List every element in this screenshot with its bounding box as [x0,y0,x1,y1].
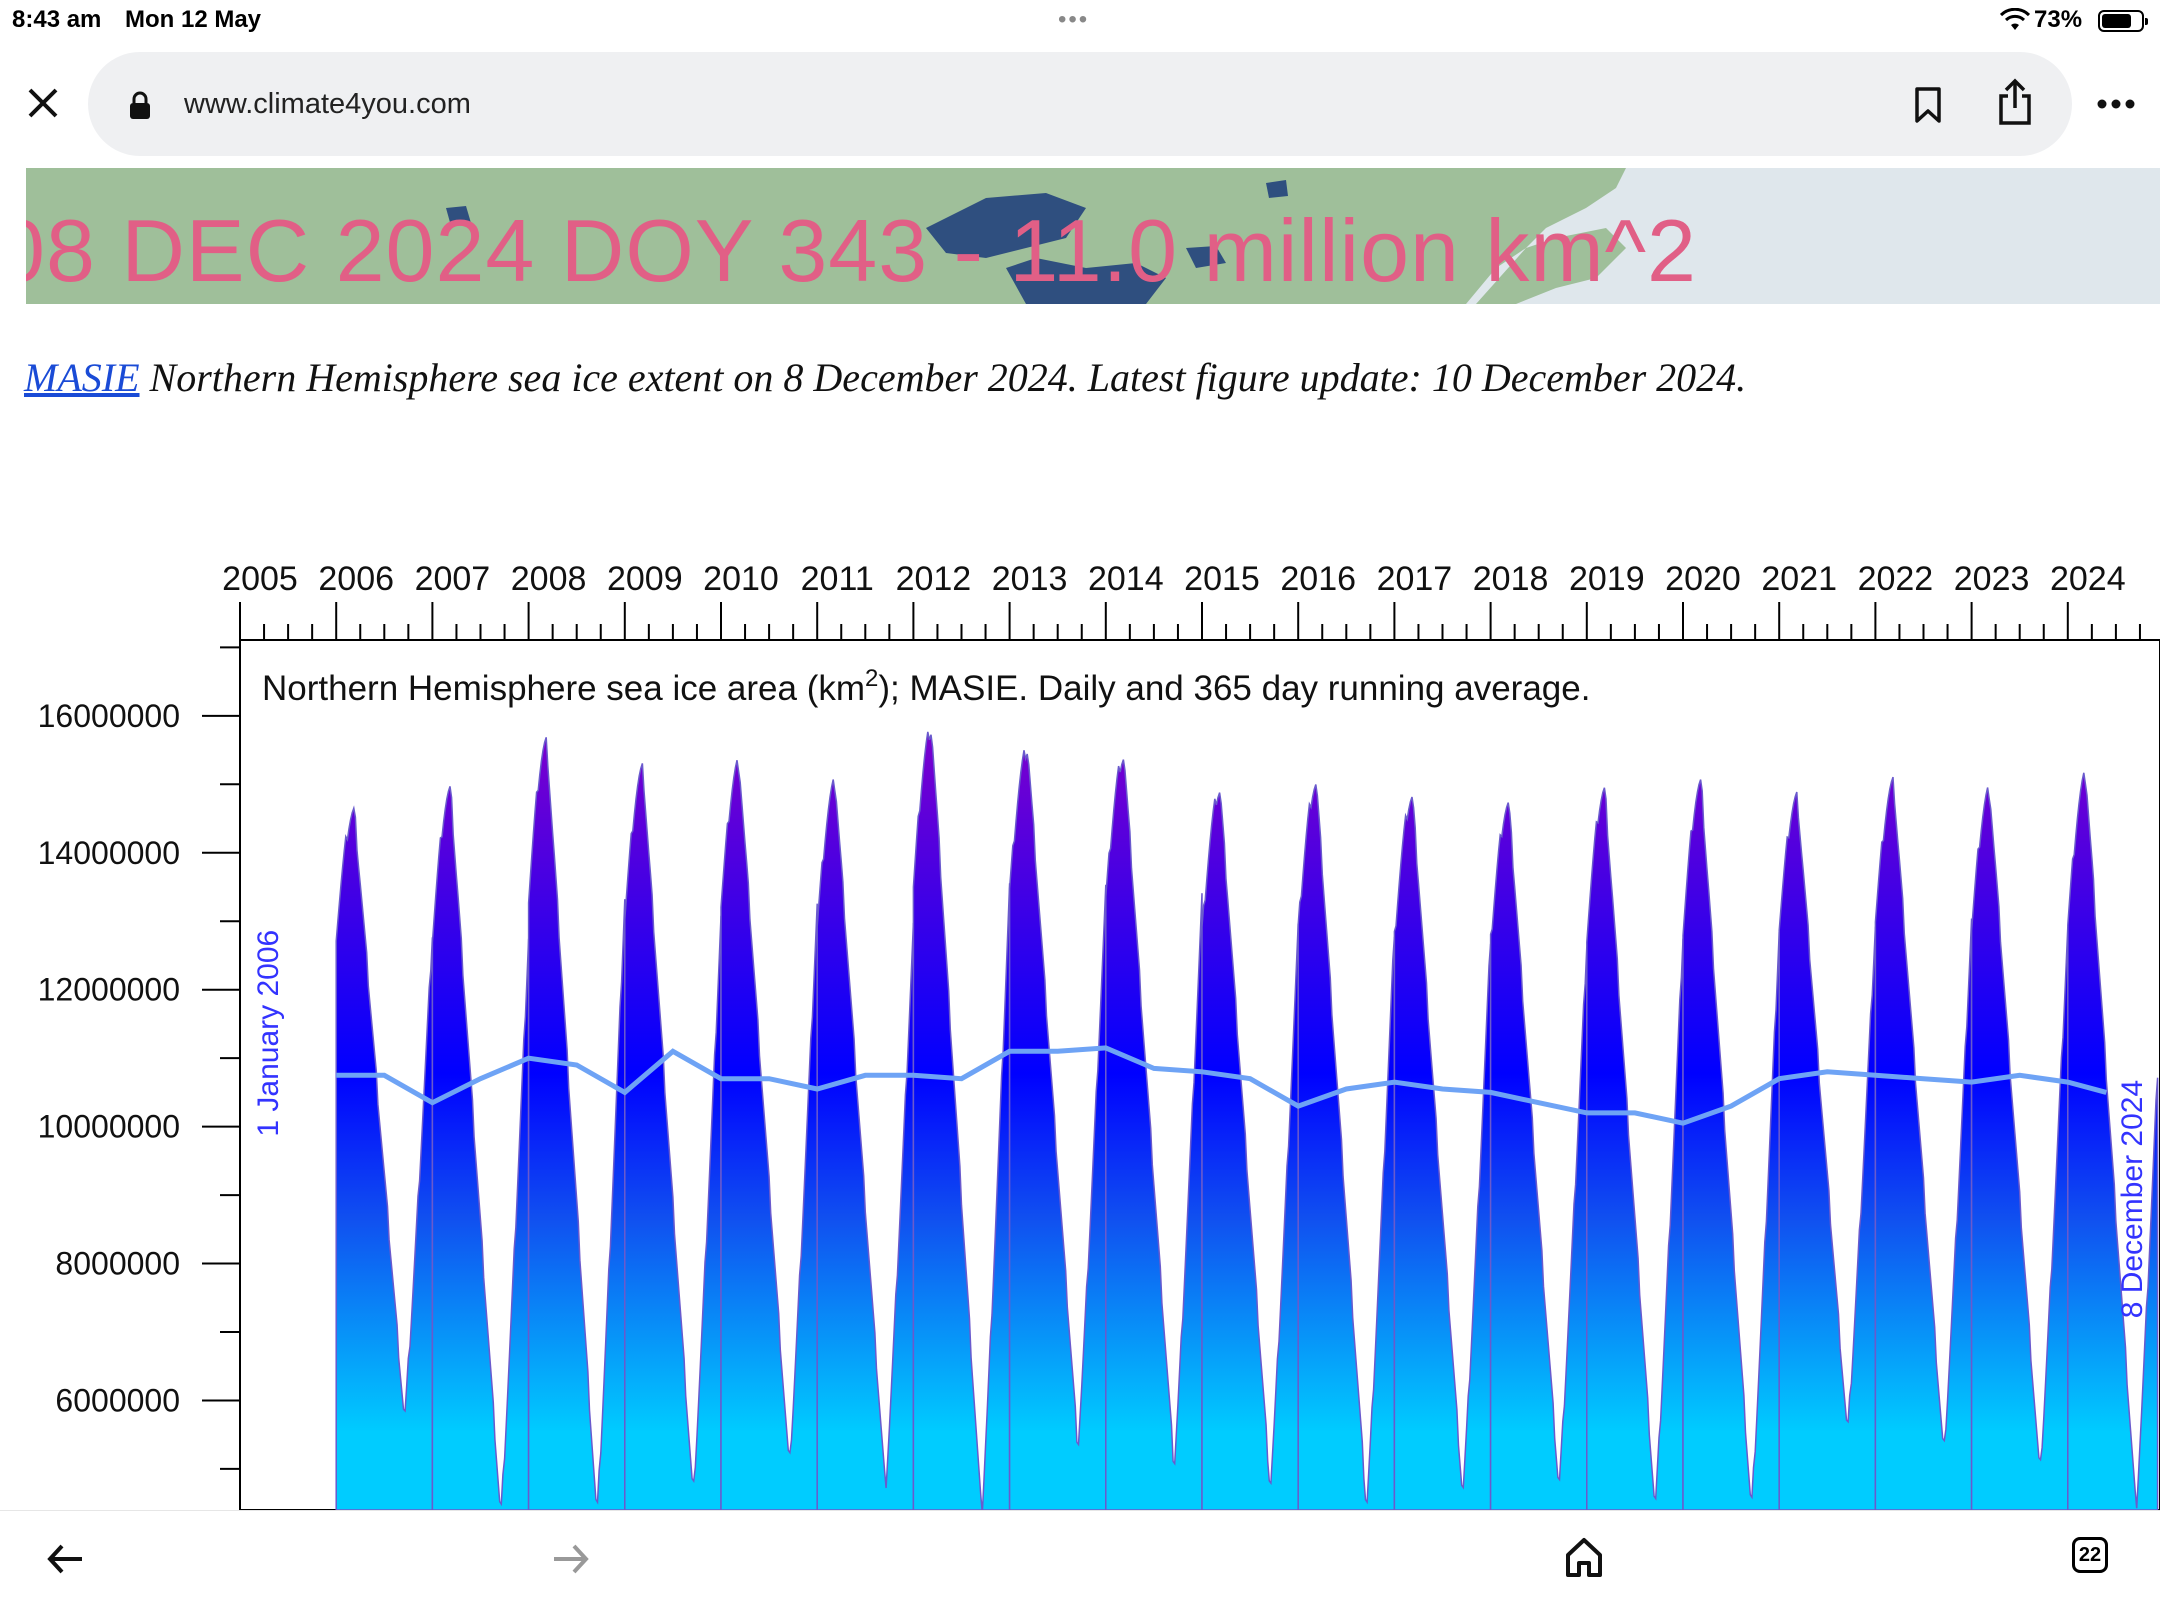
forward-arrow-icon[interactable] [550,1541,590,1577]
wifi-icon [2000,8,2030,30]
x-tick-label: 2022 [1858,560,1934,598]
x-tick-label: 2011 [801,560,874,598]
home-icon[interactable] [1564,1535,1604,1579]
more-options-icon[interactable] [2096,98,2136,110]
caption-text: Northern Hemisphere sea ice extent on 8 … [139,355,1747,400]
url-text[interactable]: www.climate4you.com [184,88,471,121]
x-tick-label: 2008 [511,560,587,598]
y-tick-label: 12000000 [38,972,180,1008]
share-icon[interactable] [1996,78,2034,126]
x-tick-label: 2017 [1377,560,1453,598]
chart-title: Northern Hemisphere sea ice area (km2); … [262,665,1590,708]
battery-percent: 73% [2034,6,2083,33]
battery-icon [2098,10,2148,32]
x-tick-label: 2013 [992,560,1068,598]
x-tick-label: 2020 [1665,560,1741,598]
x-axis: 2005 2006 2007 2008 2009 2010 2011 2012 2013 2014… [222,560,2141,640]
y-tick-label: 16000000 [38,698,180,734]
x-tick-label: 2005 [222,560,298,598]
x-tick-label: 2018 [1473,560,1549,598]
y-tick-label: 6000000 [55,1382,180,1418]
back-arrow-icon[interactable] [46,1541,86,1577]
status-time: 8:43 am [12,6,102,33]
y-tick-label: 8000000 [55,1246,180,1282]
sea-ice-map-banner: 08 DEC 2024 DOY 343 - 11.0 million km^2 [26,168,2160,304]
x-tick-label: 2012 [896,560,972,598]
lock-icon [130,91,150,119]
x-tick-label: 2006 [318,560,394,598]
status-bar: 8:43 am Mon 12 May ••• 73% [0,0,2160,44]
x-tick-label: 2019 [1569,560,1645,598]
x-tick-label: 2016 [1280,560,1356,598]
x-tick-label: 2023 [1954,560,2030,598]
x-tick-label: 2015 [1184,560,1260,598]
x-tick-label: 2024 [2050,560,2126,598]
x-tick-label: 2010 [703,560,779,598]
close-icon[interactable] [22,82,64,124]
x-tick-label: 2014 [1088,560,1164,598]
address-bar[interactable]: www.climate4you.com [88,52,2072,156]
end-date-annotation: 8 December 2024 [2116,1080,2149,1318]
masie-link[interactable]: MASIE [24,355,140,400]
figure-caption: MASIE Northern Hemisphere sea ice extent… [24,354,1746,401]
x-tick-label: 2007 [415,560,491,598]
multitasking-dots-icon[interactable]: ••• [1058,6,1089,34]
status-date: Mon 12 May [125,6,262,33]
bookmark-icon[interactable] [1912,86,1944,124]
browser-toolbar: www.climate4you.com [0,44,2160,164]
tabs-count-button[interactable]: 22 [2072,1537,2108,1573]
x-tick-label: 2021 [1761,560,1837,598]
y-axis: 16000000 14000000 12000000 10000000 8000000 6… [38,646,240,1470]
sea-ice-area-chart: 2005 2006 2007 2008 2009 2010 2011 2012 2013 2014… [38,560,2160,1510]
banner-date-text: 08 DEC 2024 DOY 343 - 11.0 million km^2 [26,201,1697,300]
y-tick-label: 14000000 [38,835,180,871]
y-tick-label: 10000000 [38,1109,180,1145]
start-date-annotation: 1 January 2006 [252,930,285,1137]
x-tick-label: 2009 [607,560,683,598]
browser-bottom-bar: 22 [0,1510,2160,1621]
